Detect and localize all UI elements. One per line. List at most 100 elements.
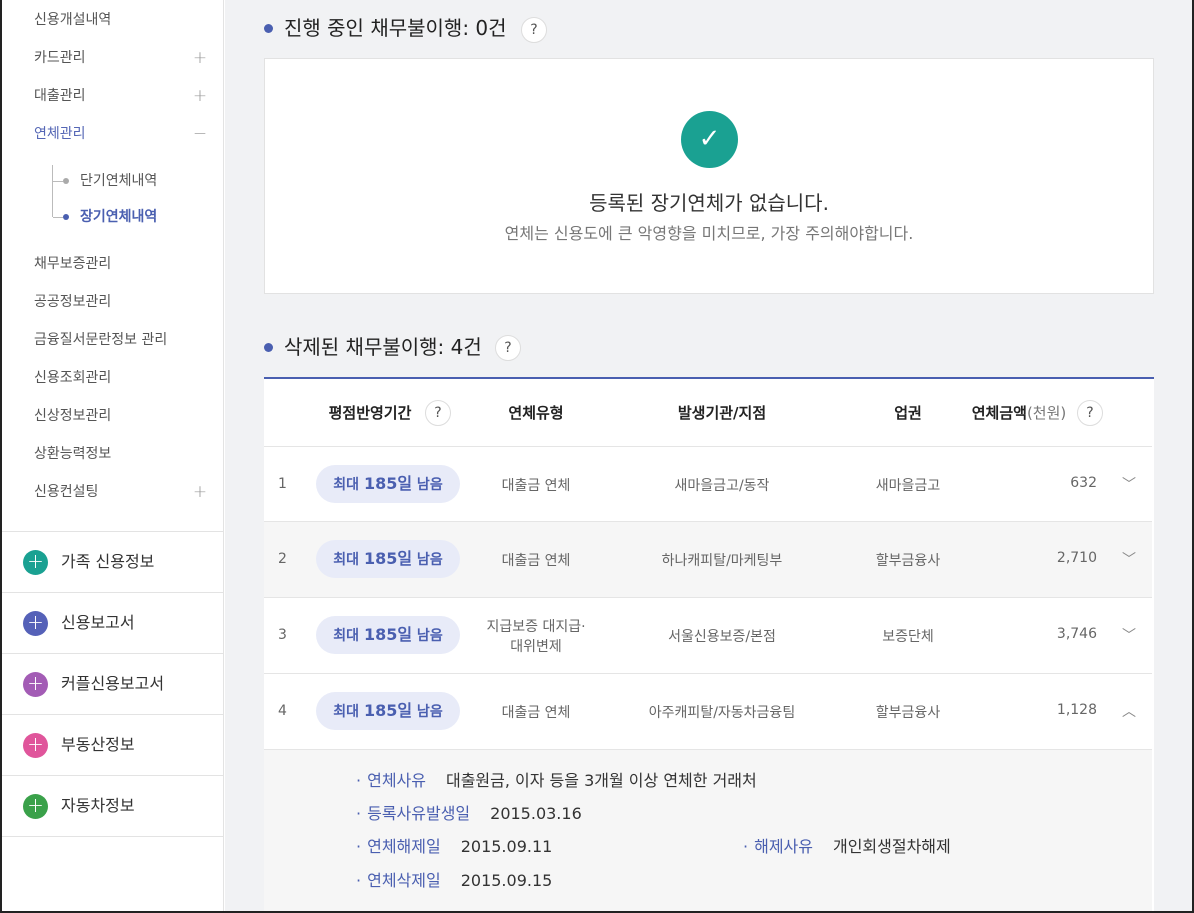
row-number: 3 [278,627,287,643]
quick-label: 가족 신용정보 [61,552,155,571]
menu-label: 신용개설내역 [34,12,112,28]
chevron-up-icon[interactable]: ︿ [1121,701,1137,720]
pill-days: 185일 [363,549,413,568]
type-cell: 대출금 연체 [501,705,571,721]
tree-branch [53,181,63,182]
menu-item-credit-open[interactable]: 신용개설내역 [34,9,208,31]
menu-item-financial-order[interactable]: 금융질서문란정보 관리 [34,329,208,351]
tree-branch [53,217,63,218]
chevron-down-icon[interactable]: ﹀ [1121,625,1137,644]
table-row[interactable]: 1 최대 185일 남음 대출금 연체 새마을금고/동작 새마을금고 632 ﹀ [264,446,1152,521]
plus-icon: + [23,550,48,575]
menu-item-guarantee[interactable]: 채무보증관리 [34,253,208,275]
menu-label: 공공정보관리 [34,294,112,310]
table-row[interactable]: 4 최대 185일 남음 대출금 연체 아주캐피탈/자동차금융팀 할부금융사 1… [264,673,1152,749]
menu-item-delinquency[interactable]: 연체관리 − [34,123,208,145]
menu-label: 채무보증관리 [34,256,112,272]
plus-icon: + [23,611,48,636]
sub-item-short-term[interactable]: 단기연체내역 [80,171,157,191]
quick-credit-report[interactable]: + 신용보고서 [2,593,224,653]
detail-delete-date: · 연체삭제일 2015.09.15 [356,870,552,892]
help-icon[interactable]: ? [1077,400,1103,426]
quick-vehicle[interactable]: + 자동차정보 [2,776,224,836]
header-type: 연체유형 [508,404,564,422]
period-badge: 최대 185일 남음 [316,465,460,503]
quick-real-estate[interactable]: + 부동산정보 [2,715,224,775]
chevron-down-icon[interactable]: ﹀ [1121,474,1137,493]
pill-days: 185일 [363,701,413,720]
detail-label: 등록사유발생일 [367,804,471,823]
detail-value: 대출원금, 이자 등을 3개월 이상 연체한 거래처 [445,771,757,790]
help-icon[interactable]: ? [425,400,451,426]
section-bullet [264,24,273,33]
row-detail-panel: · 연체사유 대출원금, 이자 등을 3개월 이상 연체한 거래처 · 등록사유발생일… [264,749,1152,913]
help-icon[interactable]: ? [521,17,547,43]
quick-label: 신용보고서 [61,613,135,632]
pill-prefix: 최대 [333,552,364,568]
table-row[interactable]: 2 최대 185일 남음 대출금 연체 하나캐피탈/마케팅부 할부금융사 2,7… [264,521,1152,597]
menu-label: 대출관리 [34,88,86,104]
expand-icon[interactable]: + [192,47,208,69]
check-icon: ✓ [681,111,738,168]
org-cell: 새마을금고/동작 [674,478,770,494]
bullet: · [743,837,749,856]
plus-icon: + [23,672,48,697]
pill-suffix: 남음 [412,628,443,644]
help-icon[interactable]: ? [495,335,521,361]
expand-icon[interactable]: + [192,85,208,107]
detail-regdate: · 등록사유발생일 2015.03.16 [356,803,582,825]
tree-line [52,165,53,217]
period-badge: 최대 185일 남음 [316,692,460,730]
detail-value: 2015.09.15 [460,871,553,890]
org-cell: 아주캐피탈/자동차금융팀 [648,705,796,721]
header-period: 평점반영기간 [328,404,412,422]
quick-label: 자동차정보 [61,796,135,815]
detail-label: 해제사유 [754,837,813,856]
sidebar: 신용개설내역 카드관리 + 대출관리 + 연체관리 − 단기연체내역 장기연체내역 채… [2,0,224,913]
sub-item-long-term[interactable]: 장기연체내역 [80,207,157,227]
menu-item-loan[interactable]: 대출관리 + [34,85,208,107]
empty-title: 등록된 장기연체가 없습니다. [589,191,829,215]
detail-label: 연체해제일 [367,837,441,856]
menu-item-repayment[interactable]: 상환능력정보 [34,443,208,465]
quick-couple-report[interactable]: + 커플신용보고서 [2,654,224,714]
type-cell-line2: 대위변제 [510,639,562,655]
detail-label: 연체사유 [367,771,426,790]
menu-item-consulting[interactable]: 신용컨설팅 + [34,481,208,503]
menu-item-credit-inquiry[interactable]: 신용조회관리 [34,367,208,389]
chevron-down-icon[interactable]: ﹀ [1121,549,1137,568]
menu-label: 카드관리 [34,50,86,66]
expand-icon[interactable]: + [192,481,208,503]
pill-days: 185일 [363,474,413,493]
bullet: · [356,804,362,823]
org-cell: 서울신용보증/본점 [668,629,776,645]
detail-value: 2015.03.16 [490,804,582,823]
pill-suffix: 남음 [412,552,443,568]
sector-cell: 새마을금고 [875,478,941,494]
quick-family-credit[interactable]: + 가족 신용정보 [2,532,224,592]
plus-icon: + [23,794,48,819]
menu-label: 신용조회관리 [34,370,112,386]
deleted-title: 삭제된 채무불이행: 4건 [284,335,482,359]
type-cell: 지급보증 대지급· [486,619,586,635]
menu-item-personal-info[interactable]: 신상정보관리 [34,405,208,427]
collapse-icon[interactable]: − [192,123,208,145]
menu-label: 상환능력정보 [34,446,112,462]
amount-cell: 632 [1070,475,1097,491]
type-cell: 대출금 연체 [501,553,571,569]
amount-cell: 3,746 [1056,626,1097,642]
detail-release-reason: · 해제사유 개인회생절차해제 [743,836,951,858]
sector-cell: 할부금융사 [875,705,941,721]
section-bullet [264,343,273,352]
row-number: 1 [278,476,287,492]
ongoing-title: 진행 중인 채무불이행: 0건 [284,16,507,40]
pill-prefix: 최대 [333,628,364,644]
menu-item-card[interactable]: 카드관리 + [34,47,208,69]
sector-cell: 할부금융사 [875,553,941,569]
menu-item-public-info[interactable]: 공공정보관리 [34,291,208,313]
org-cell: 하나캐피탈/마케팅부 [661,553,783,569]
detail-release-date: · 연체해제일 2015.09.11 [356,836,552,858]
menu-label: 연체관리 [34,126,86,142]
table-row[interactable]: 3 최대 185일 남음 지급보증 대지급· 대위변제 서울신용보증/본점 보증… [264,597,1152,673]
menu-label: 신용컨설팅 [34,484,99,500]
